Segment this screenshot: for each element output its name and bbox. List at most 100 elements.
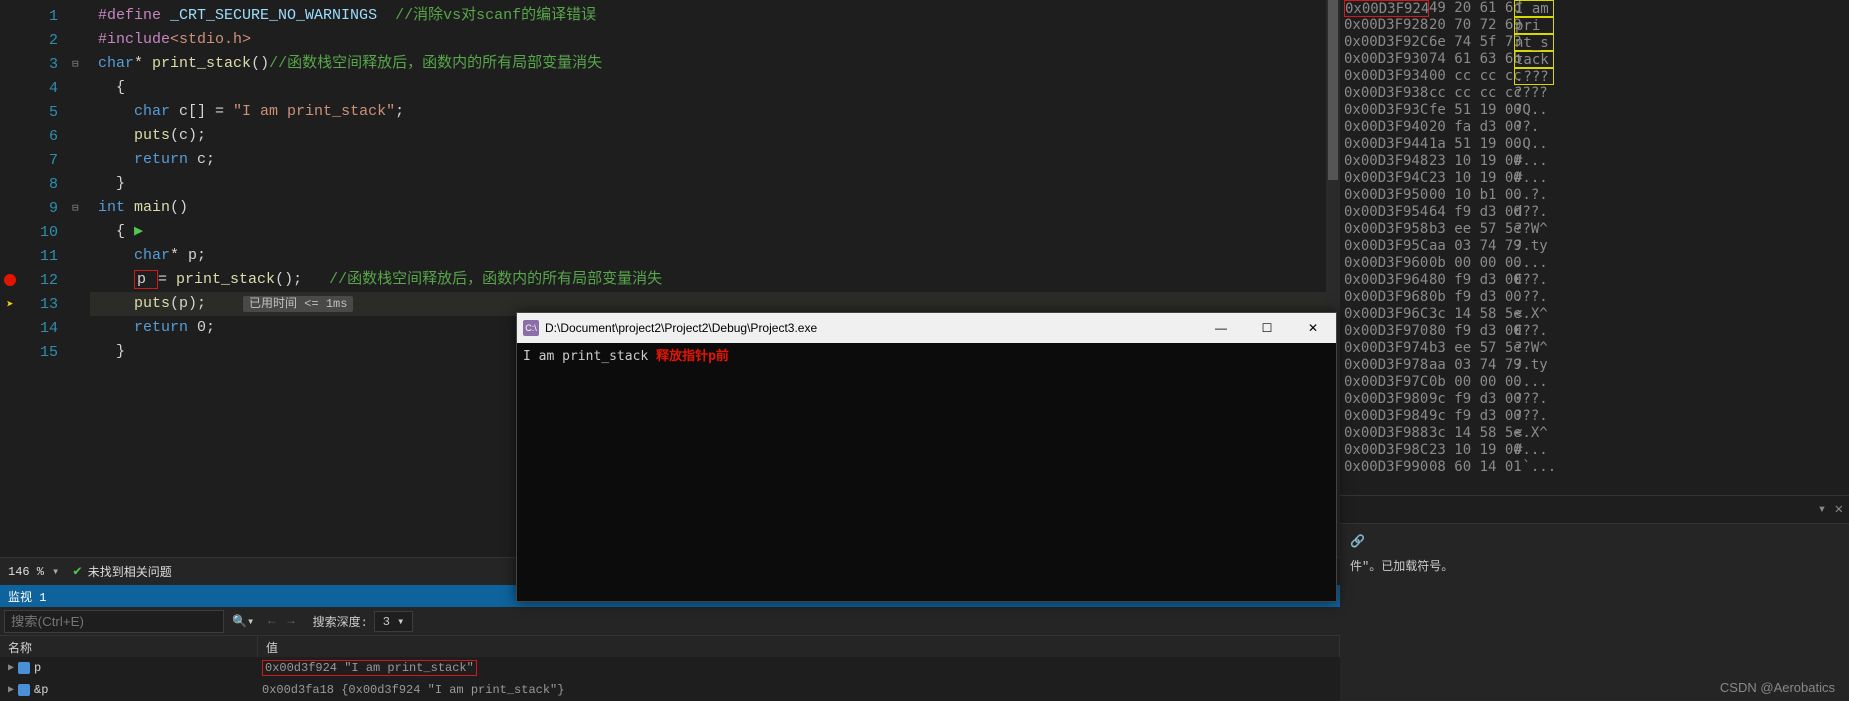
breakpoint-icon[interactable] <box>4 274 16 286</box>
memory-address: 0x00D3F95C <box>1344 238 1429 255</box>
line-number[interactable]: 5 <box>20 104 72 121</box>
nav-prev-icon[interactable]: ← <box>268 614 275 628</box>
memory-ascii: ??. <box>1514 119 1554 136</box>
memory-row[interactable]: 0x00D3F94823 10 19 00#... <box>1340 153 1849 170</box>
expand-icon[interactable]: ▶ <box>8 662 14 674</box>
code-line[interactable]: return c; <box>90 148 1340 172</box>
line-number[interactable]: 3 <box>20 56 72 73</box>
line-number[interactable]: 9 <box>20 200 72 217</box>
line-number[interactable]: 15 <box>20 344 72 361</box>
memory-row[interactable]: 0x00D3F974b3 ee 57 5e??W^ <box>1340 340 1849 357</box>
dropdown-icon[interactable]: ▾ ✕ <box>1818 501 1843 518</box>
line-number[interactable]: 2 <box>20 32 72 49</box>
minimize-button[interactable]: — <box>1198 313 1244 343</box>
memory-row[interactable]: 0x00D3F92C6e 74 5f 73nt_s <box>1340 34 1849 51</box>
memory-hex: 00 cc cc cc <box>1429 68 1514 85</box>
issues-status[interactable]: ✔ 未找到相关问题 <box>67 563 171 580</box>
line-number[interactable]: 8 <box>20 176 72 193</box>
memory-row[interactable]: 0x00D3F978aa 03 74 79?.ty <box>1340 357 1849 374</box>
scrollbar-thumb[interactable] <box>1328 0 1338 180</box>
line-number[interactable]: 12 <box>20 272 72 289</box>
memory-row[interactable]: 0x00D3F98C23 10 19 00#... <box>1340 442 1849 459</box>
zoom-level[interactable]: 146 % <box>0 565 52 579</box>
nav-next-icon[interactable]: → <box>287 614 294 628</box>
memory-row[interactable]: 0x00D3F958b3 ee 57 5e??W^ <box>1340 221 1849 238</box>
line-number[interactable]: 4 <box>20 80 72 97</box>
watch-col-name[interactable]: 名称 <box>0 636 258 657</box>
watch-search-input[interactable] <box>4 610 224 633</box>
memory-hex: aa 03 74 79 <box>1429 357 1514 374</box>
code-line[interactable]: #define _CRT_SECURE_NO_WARNINGS //消除vs对s… <box>90 4 1340 28</box>
memory-hex: 3c 14 58 5e <box>1429 306 1514 323</box>
fold-toggle[interactable]: ⊟ <box>72 201 86 215</box>
variable-icon <box>18 662 30 674</box>
depth-value[interactable]: 3 ▾ <box>374 611 414 632</box>
memory-address: 0x00D3F968 <box>1344 289 1429 306</box>
line-number[interactable]: 6 <box>20 128 72 145</box>
memory-row[interactable]: 0x00D3F97C0b 00 00 00.... <box>1340 374 1849 391</box>
gutter: 123⊟456789⊟101112➤131415 <box>0 0 90 557</box>
memory-ascii: <.X^ <box>1514 306 1554 323</box>
code-line[interactable]: char* print_stack()//函数栈空间释放后，函数内的所有局部变量… <box>90 52 1340 76</box>
modules-panel: 🔗 件"。已加载符号。 <box>1340 523 1849 701</box>
memory-ascii: ???. <box>1514 391 1554 408</box>
memory-row[interactable]: 0x00D3F95464 f9 d3 00d??. <box>1340 204 1849 221</box>
symbols-loaded-text: 件"。已加载符号。 <box>1350 557 1839 574</box>
code-line[interactable]: int main() <box>90 196 1340 220</box>
line-number[interactable]: 11 <box>20 248 72 265</box>
memory-row[interactable]: 0x00D3F9883c 14 58 5e<.X^ <box>1340 425 1849 442</box>
memory-row[interactable]: 0x00D3F94020 fa d3 00 ??. <box>1340 119 1849 136</box>
memory-row[interactable]: 0x00D3F96480 f9 d3 00€??. <box>1340 272 1849 289</box>
console-titlebar[interactable]: C:\ D:\Document\project2\Project2\Debug\… <box>517 313 1336 343</box>
code-line[interactable]: p = print_stack(); //函数栈空间释放后，函数内的所有局部变量… <box>90 268 1340 292</box>
memory-row[interactable]: 0x00D3F92449 20 61 6dI am <box>1340 0 1849 17</box>
line-number[interactable]: 7 <box>20 152 72 169</box>
line-number[interactable]: 1 <box>20 8 72 25</box>
line-number[interactable]: 10 <box>20 224 72 241</box>
memory-row[interactable]: 0x00D3F97080 f9 d3 00€??. <box>1340 323 1849 340</box>
memory-row[interactable]: 0x00D3F92820 70 72 69 pri <box>1340 17 1849 34</box>
line-number[interactable]: 14 <box>20 320 72 337</box>
memory-row[interactable]: 0x00D3F93400 cc cc cc.??? <box>1340 68 1849 85</box>
close-button[interactable]: ✕ <box>1290 313 1336 343</box>
memory-address: 0x00D3F930 <box>1344 51 1429 68</box>
memory-row[interactable]: 0x00D3F9600b 00 00 00.... <box>1340 255 1849 272</box>
zoom-dropdown-icon[interactable]: ▾ <box>52 564 67 579</box>
code-line[interactable]: char c[] = "I am print_stack"; <box>90 100 1340 124</box>
search-icon[interactable]: 🔍▾ <box>232 614 254 629</box>
fold-toggle[interactable]: ⊟ <box>72 57 86 71</box>
watch-row[interactable]: ▶&p0x00d3fa18 {0x00d3f924 "I am print_st… <box>0 679 1340 701</box>
memory-panel[interactable]: 0x00D3F92449 20 61 6dI am0x00D3F92820 70… <box>1340 0 1849 495</box>
memory-hex: 23 10 19 00 <box>1429 442 1514 459</box>
memory-row[interactable]: 0x00D3F9849c f9 d3 00???. <box>1340 408 1849 425</box>
memory-row[interactable]: 0x00D3F95Caa 03 74 79?.ty <box>1340 238 1849 255</box>
memory-row[interactable]: 0x00D3F9441a 51 19 00.Q.. <box>1340 136 1849 153</box>
memory-row[interactable]: 0x00D3F94C23 10 19 00#... <box>1340 170 1849 187</box>
code-line[interactable]: char* p; <box>90 244 1340 268</box>
memory-row[interactable]: 0x00D3F95000 10 b1 00..?. <box>1340 187 1849 204</box>
watch-col-value[interactable]: 值 <box>258 636 1340 657</box>
watch-row[interactable]: ▶p0x00d3f924 "I am print_stack" <box>0 657 1340 679</box>
code-line[interactable]: { ▶ <box>90 220 1340 244</box>
code-line[interactable]: { <box>90 76 1340 100</box>
memory-row[interactable]: 0x00D3F9809c f9 d3 00???. <box>1340 391 1849 408</box>
memory-row[interactable]: 0x00D3F99008 60 14 01.`... <box>1340 459 1849 476</box>
line-number[interactable]: 13 <box>20 296 72 313</box>
link-icon[interactable]: 🔗 <box>1350 534 1839 549</box>
console-window[interactable]: C:\ D:\Document\project2\Project2\Debug\… <box>516 312 1337 602</box>
memory-hex: 08 60 14 01 <box>1429 459 1514 476</box>
console-app-icon: C:\ <box>523 320 539 336</box>
memory-row[interactable]: 0x00D3F9680b f9 d3 00.??. <box>1340 289 1849 306</box>
memory-hex: fe 51 19 00 <box>1429 102 1514 119</box>
code-line[interactable]: puts(c); <box>90 124 1340 148</box>
memory-row[interactable]: 0x00D3F96C3c 14 58 5e<.X^ <box>1340 306 1849 323</box>
memory-row[interactable]: 0x00D3F938cc cc cc cc???? <box>1340 85 1849 102</box>
memory-row[interactable]: 0x00D3F93074 61 63 6btack <box>1340 51 1849 68</box>
maximize-button[interactable]: ☐ <box>1244 313 1290 343</box>
memory-row[interactable]: 0x00D3F93Cfe 51 19 00?Q.. <box>1340 102 1849 119</box>
code-line[interactable]: #include<stdio.h> <box>90 28 1340 52</box>
console-output[interactable]: I am print_stack 释放指针p前 <box>517 343 1336 366</box>
expand-icon[interactable]: ▶ <box>8 684 14 696</box>
memory-hex: 0b f9 d3 00 <box>1429 289 1514 306</box>
code-line[interactable]: } <box>90 172 1340 196</box>
